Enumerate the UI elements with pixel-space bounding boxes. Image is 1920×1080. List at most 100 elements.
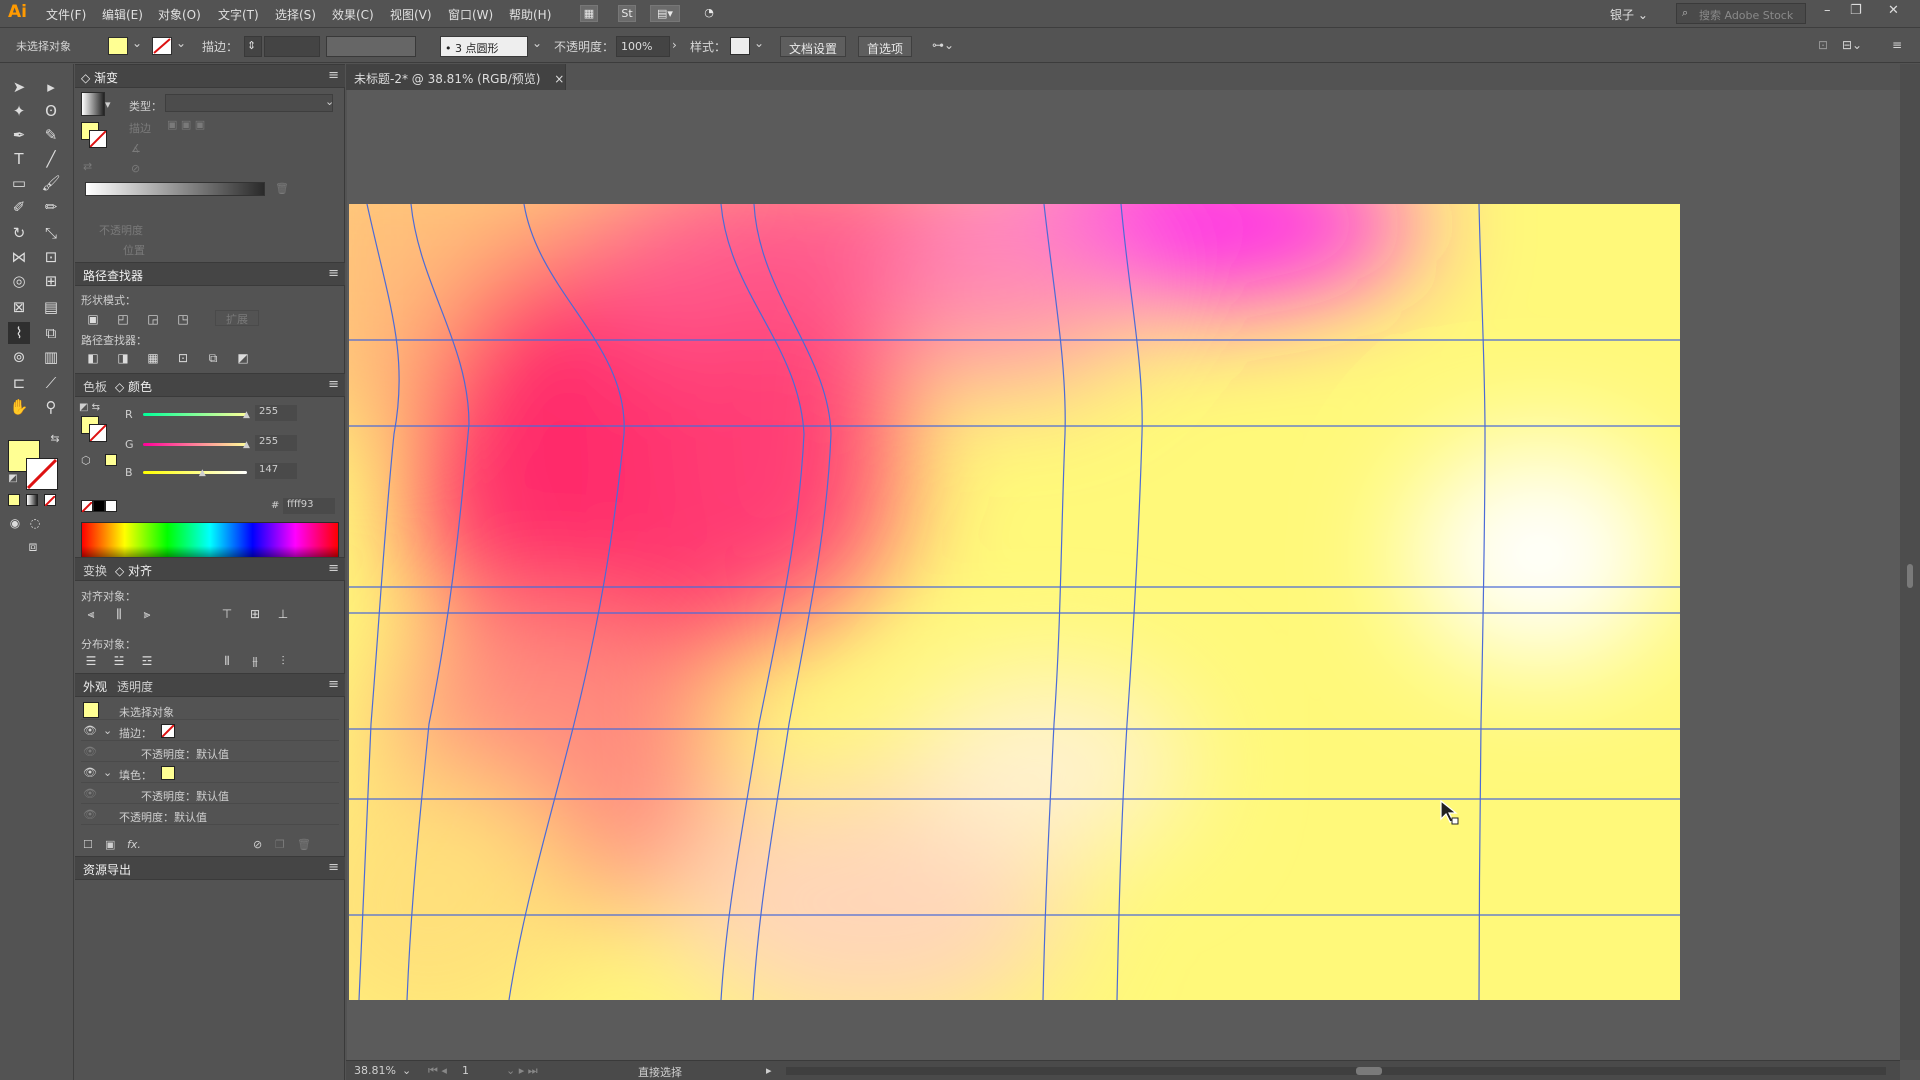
appearance-header-row[interactable]: 未选择对象 (81, 700, 339, 720)
tab-swatches[interactable]: 色板 (83, 378, 107, 395)
channel-b-input[interactable]: 147 (255, 463, 297, 479)
unite-icon[interactable]: ▣ (85, 312, 101, 326)
chevron-down-icon[interactable]: ⌄ (754, 36, 764, 50)
appearance-opacity-row[interactable]: 👁 不透明度：默认值 (81, 805, 339, 825)
channel-b-thumb[interactable]: ▲ (199, 468, 206, 478)
channel-g-input[interactable]: 255 (255, 435, 297, 451)
distribute-bottom-icon[interactable]: ☲ (139, 654, 155, 668)
hex-input[interactable]: ffff93 (283, 498, 335, 514)
clear-appearance-icon[interactable]: ⊘ (253, 838, 262, 851)
free-transform-icon[interactable]: ⊡ (40, 246, 62, 268)
stock-button[interactable]: St (618, 5, 636, 22)
line-tool-icon[interactable]: ╱ (40, 148, 62, 170)
zoom-level[interactable]: 38.81% (354, 1064, 396, 1077)
appearance-stroke-row[interactable]: 👁 ⌄ 描边： (81, 721, 339, 741)
eye-icon[interactable]: 👁 (83, 745, 97, 758)
tab-gradient[interactable]: ◇ 渐变 (81, 69, 118, 86)
distribute-right-icon[interactable]: ⫶ (275, 654, 291, 668)
tab-transparency[interactable]: 透明度 (117, 678, 153, 695)
perspective-grid-icon[interactable]: ⊞ (40, 270, 62, 292)
gradient-slider[interactable] (85, 182, 265, 196)
chevron-down-icon[interactable]: ⌄ (176, 36, 186, 50)
chevron-down-icon[interactable]: ⌄ (132, 36, 142, 50)
align-options-icon[interactable]: ⊶⌄ (932, 38, 954, 52)
minus-front-icon[interactable]: ◰ (115, 312, 131, 326)
stock-search-input[interactable]: 搜索 Adobe Stock (1676, 3, 1806, 24)
black-swatch[interactable] (93, 500, 105, 512)
screen-mode-icon[interactable]: ⧈ (22, 536, 44, 558)
appearance-fill-opacity-row[interactable]: 👁 不透明度：默认值 (81, 784, 339, 804)
add-fill-icon[interactable]: ▣ (105, 838, 115, 851)
menu-select[interactable]: 选择(S) (275, 6, 316, 23)
graphic-style-swatch[interactable] (730, 37, 750, 55)
document-setup-button[interactable]: 文档设置 (780, 36, 847, 57)
tab-pathfinder[interactable]: 路径查找器 (83, 267, 143, 284)
web-safe-swatch[interactable] (105, 454, 117, 466)
menu-file[interactable]: 文件(F) (46, 6, 86, 23)
eye-icon[interactable]: 👁 (83, 724, 97, 737)
channel-g-slider[interactable] (143, 443, 247, 446)
chevron-down-icon[interactable]: ⌄ (103, 724, 112, 737)
outline-icon[interactable]: ⧉ (205, 351, 221, 365)
stroke-none-swatch[interactable] (161, 724, 175, 738)
menu-help[interactable]: 帮助(H) (509, 6, 551, 23)
fill-swatch[interactable] (108, 37, 128, 55)
menu-window[interactable]: 窗口(W) (448, 6, 493, 23)
isolate-icon[interactable]: ⊡ (1818, 38, 1828, 52)
stroke-swatch[interactable] (152, 37, 172, 55)
none-color-swatch[interactable] (81, 500, 93, 513)
artboard-number[interactable]: 1 (462, 1064, 469, 1077)
channel-g-thumb[interactable]: ▲ (243, 440, 250, 450)
crop-icon[interactable]: ⊡ (175, 351, 191, 365)
eye-icon[interactable]: 👁 (83, 766, 97, 779)
panel-menu-icon[interactable]: ≡ (1892, 38, 1902, 52)
menu-effect[interactable]: 效果(C) (332, 6, 374, 23)
panel-menu-icon[interactable]: ≡ (328, 266, 339, 281)
distribute-hcenter-icon[interactable]: ⫵ (247, 654, 263, 668)
hand-tool-icon[interactable]: ✋ (8, 396, 30, 418)
add-effect-icon[interactable]: fx. (127, 838, 141, 851)
default-colors-icon[interactable]: ◩ ⇆ (79, 402, 100, 413)
default-colors-icon[interactable]: ◩ (2, 468, 24, 490)
draw-normal-icon[interactable]: ◉ (4, 512, 26, 534)
fill-row-swatch[interactable] (161, 766, 175, 780)
stroke-weight-input[interactable] (264, 36, 320, 57)
color-mode-icon[interactable] (8, 494, 20, 506)
graph-tool-icon[interactable]: ▥ (40, 346, 62, 368)
panel-menu-icon[interactable]: ≡ (328, 561, 339, 576)
chevron-down-icon[interactable]: ⌄ (103, 766, 112, 779)
minus-back-icon[interactable]: ◩ (235, 351, 251, 365)
h-scroll-thumb[interactable] (1356, 1067, 1382, 1075)
canvas[interactable] (347, 90, 1900, 1060)
arrange-documents-icon[interactable]: ▤▾ (650, 5, 680, 22)
preferences-button[interactable]: 首选项 (858, 36, 913, 57)
close-window-button[interactable]: ✕ (1888, 3, 1899, 18)
menu-edit[interactable]: 编辑(E) (102, 6, 143, 23)
pen-tool-icon[interactable]: ✒ (8, 124, 30, 146)
mesh-tool-icon[interactable]: ⊠ (8, 296, 30, 318)
direct-selection-tool-icon[interactable]: ▸ (40, 76, 62, 98)
brush-definition-select[interactable]: • 3 点圆形 (440, 36, 528, 57)
exclude-icon[interactable]: ◳ (175, 312, 191, 326)
stroke-color-box[interactable] (26, 458, 58, 490)
gradient-type-select[interactable] (165, 94, 333, 112)
type-tool-icon[interactable]: T (8, 148, 30, 170)
width-tool-icon[interactable]: ⋈ (8, 246, 30, 268)
align-right-icon[interactable]: ⫸ (139, 607, 155, 621)
scroll-thumb[interactable] (1907, 564, 1913, 588)
gradient-stroke-box[interactable] (89, 130, 107, 148)
scale-tool-icon[interactable]: ⤡ (40, 222, 62, 244)
horizontal-scrollbar[interactable] (786, 1067, 1886, 1075)
status-menu-icon[interactable]: ▸ (766, 1064, 772, 1077)
variable-width-profile[interactable] (326, 36, 416, 57)
appearance-fill-row[interactable]: 👁 ⌄ 填色： (81, 763, 339, 783)
align-top-icon[interactable]: ⊤ (219, 607, 235, 621)
divide-icon[interactable]: ◧ (85, 351, 101, 365)
tab-asset-export[interactable]: 资源导出 (83, 861, 131, 878)
panel-menu-icon[interactable]: ≡ (328, 377, 339, 392)
workspace-switcher[interactable]: 银子 ⌄ (1610, 6, 1648, 23)
blend-tool-icon[interactable]: ⧉ (40, 322, 62, 344)
merge-icon[interactable]: ▦ (145, 351, 161, 365)
paintbrush-tool-icon[interactable]: 🖌 (40, 172, 62, 194)
pencil-tool-icon[interactable]: ✏ (40, 196, 62, 218)
